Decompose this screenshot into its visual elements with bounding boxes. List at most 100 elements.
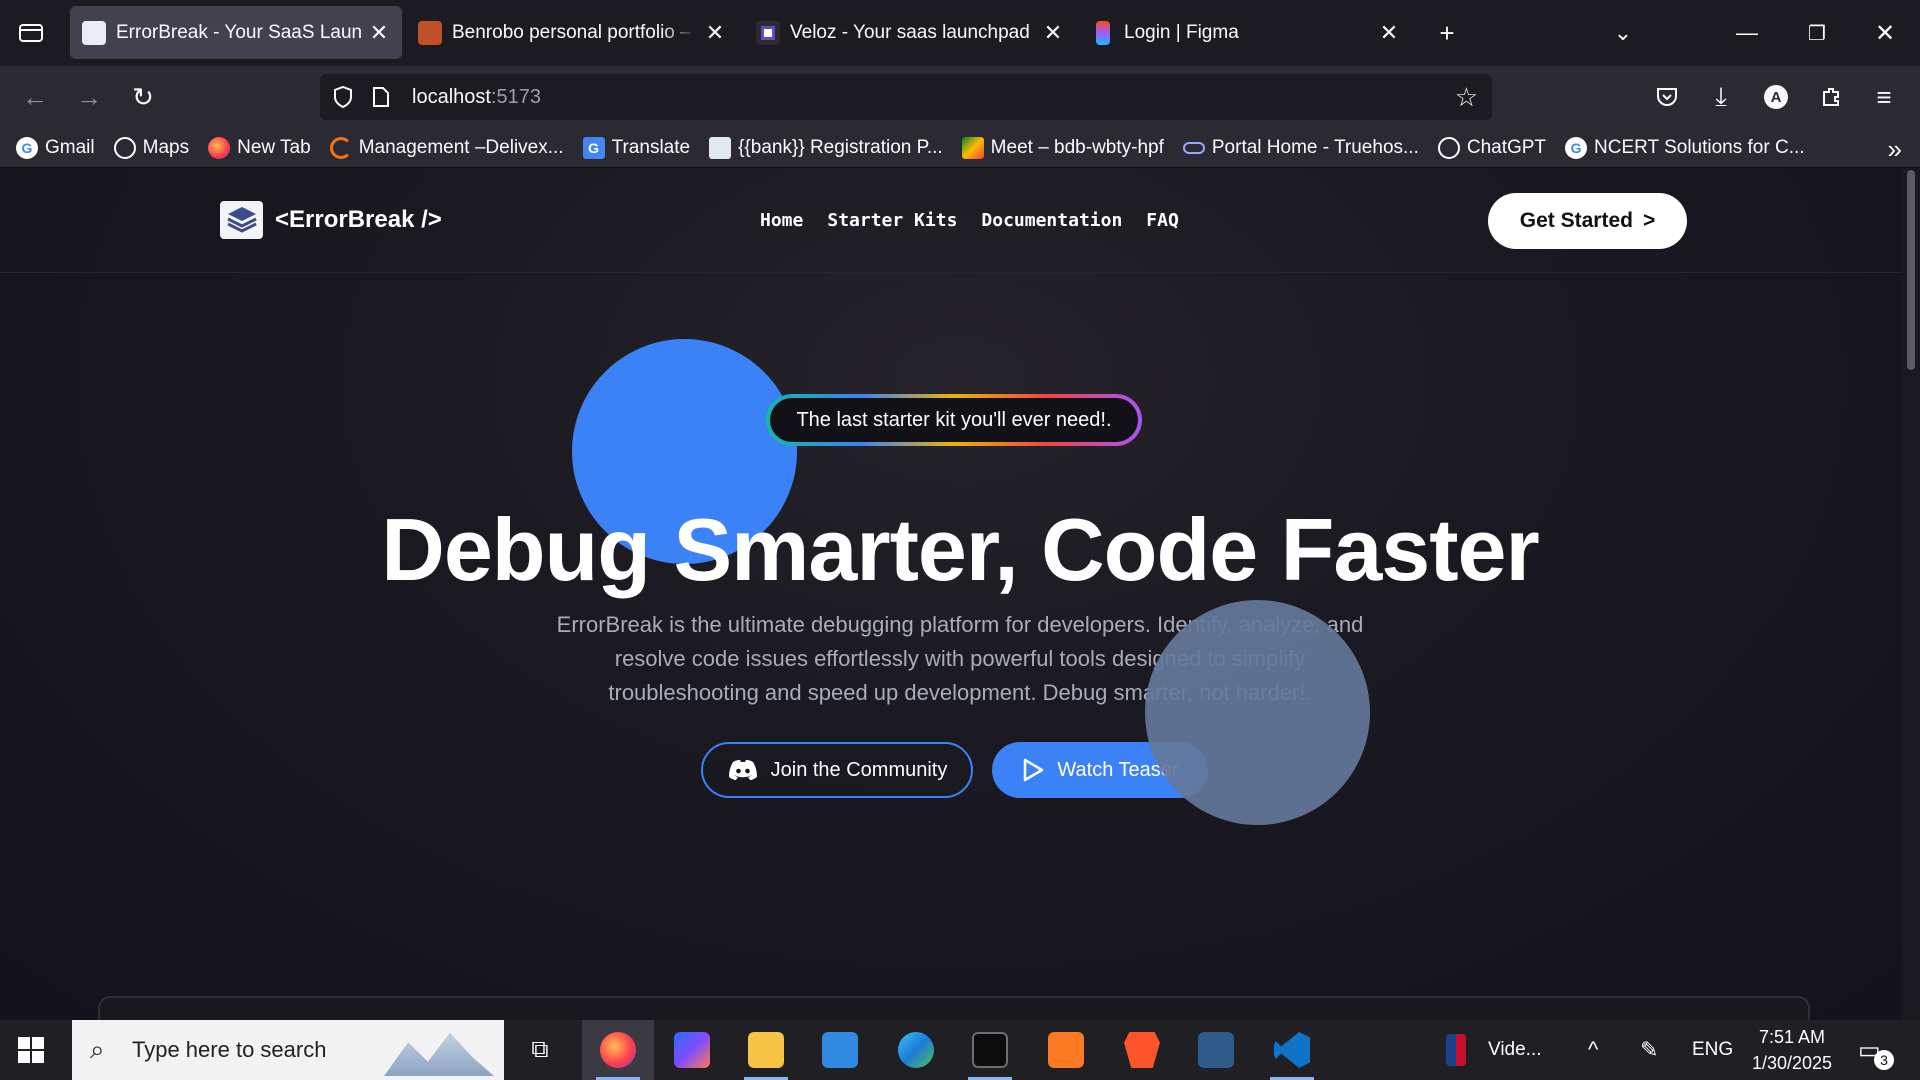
pen-icon: ✎	[1640, 1037, 1659, 1062]
shield-icon[interactable]	[332, 85, 354, 109]
forward-button[interactable]: →	[70, 78, 108, 116]
taskbar-file-explorer[interactable]	[730, 1020, 802, 1080]
bookmark-maps[interactable]: Maps	[113, 136, 189, 159]
taskbar-mysql[interactable]	[1180, 1020, 1252, 1080]
puzzle-icon	[1823, 88, 1839, 106]
brave-icon	[1124, 1032, 1160, 1068]
bookmark-new-tab[interactable]: New Tab	[208, 136, 311, 159]
site-logo[interactable]: <ErrorBreak />	[220, 201, 442, 239]
firefox-icon	[600, 1032, 636, 1068]
nav-faq[interactable]: FAQ	[1146, 210, 1179, 231]
bookmark-truehost[interactable]: Portal Home - Truehos...	[1182, 136, 1419, 159]
discord-icon	[728, 760, 757, 780]
tab-benrobo[interactable]: Benrobo personal portfolio – Benrobo ✕	[406, 6, 738, 59]
mail-icon	[822, 1032, 858, 1068]
task-view-button[interactable]: ⧉	[504, 1020, 576, 1080]
bookmark-star-icon[interactable]: ☆	[1455, 82, 1478, 113]
close-tab-icon[interactable]: ✕	[1042, 20, 1064, 46]
close-tab-icon[interactable]: ✕	[368, 20, 390, 46]
search-placeholder: Type here to search	[132, 1037, 327, 1062]
close-tab-icon[interactable]: ✕	[1378, 20, 1400, 46]
download-icon: ⤓	[1715, 81, 1727, 111]
join-community-label: Join the Community	[770, 758, 948, 781]
tab-list-button[interactable]	[0, 0, 62, 66]
tray-media[interactable]: Vide...	[1446, 1020, 1542, 1080]
google-icon: G	[16, 136, 38, 159]
pocket-button[interactable]	[1648, 78, 1686, 116]
nav-home[interactable]: Home	[760, 210, 803, 231]
taskbar-mail[interactable]	[804, 1020, 876, 1080]
tab-title: Veloz - Your saas launchpad	[790, 21, 1030, 43]
taskbar-xampp[interactable]	[1030, 1020, 1102, 1080]
tab-overflow-button[interactable]: ⌄	[1604, 14, 1642, 52]
xampp-icon	[1048, 1032, 1084, 1068]
url-bar[interactable]: localhost:5173 ☆	[320, 74, 1492, 120]
restore-button[interactable]: ❐	[1798, 14, 1836, 52]
reload-button[interactable]: ↻	[124, 78, 162, 116]
tray-overflow-button[interactable]: ^	[1588, 1020, 1598, 1080]
chatgpt-icon	[1437, 136, 1460, 159]
minimize-button[interactable]: —	[1728, 14, 1766, 52]
close-window-button[interactable]: ✕	[1866, 14, 1904, 52]
taskbar-vscode[interactable]	[1256, 1020, 1328, 1080]
bookmark-meet[interactable]: Meet – bdb-wbty-hpf	[961, 136, 1164, 159]
url-host: localhost	[412, 85, 491, 108]
page-icon[interactable]	[372, 86, 390, 108]
bookmark-label: {{bank}} Registration P...	[738, 136, 943, 158]
page-scrollbar[interactable]	[1902, 168, 1920, 1020]
nav-documentation[interactable]: Documentation	[981, 210, 1122, 231]
taskbar-copilot[interactable]	[656, 1020, 728, 1080]
notification-center-button[interactable]: ▭ 3	[1858, 1020, 1894, 1080]
clock-time: 7:51 AM	[1758, 1027, 1826, 1047]
menu-button[interactable]: ≡	[1865, 78, 1903, 116]
new-tab-button[interactable]: +	[1428, 14, 1466, 52]
taskbar-firefox[interactable]	[582, 1020, 654, 1080]
nav-starter-kits[interactable]: Starter Kits	[827, 210, 957, 231]
bookmark-bank[interactable]: {{bank}} Registration P...	[709, 136, 943, 159]
web-page: <ErrorBreak /> Home Starter Kits Documen…	[0, 168, 1920, 1020]
taskbar-edge[interactable]	[880, 1020, 952, 1080]
search-highlight-icon	[384, 1032, 494, 1076]
terminal-icon	[972, 1032, 1008, 1068]
bookmark-translate[interactable]: G Translate	[582, 136, 691, 159]
join-community-button[interactable]: Join the Community	[701, 742, 973, 798]
get-started-button[interactable]: Get Started >	[1488, 193, 1687, 249]
site-nav: Home Starter Kits Documentation FAQ	[760, 210, 1203, 231]
bookmarks-overflow-icon[interactable]: »	[1888, 134, 1902, 165]
bookmark-ncert[interactable]: G NCERT Solutions for C...	[1565, 136, 1805, 159]
restore-icon: ❐	[1808, 22, 1826, 45]
bookmark-label: Portal Home - Truehos...	[1211, 136, 1419, 158]
account-button[interactable]: A	[1757, 78, 1795, 116]
close-tab-icon[interactable]: ✕	[704, 20, 726, 46]
tray-pen[interactable]: ✎	[1640, 1020, 1658, 1080]
tab-errorbreak[interactable]: ErrorBreak - Your SaaS Launchpad ✕	[70, 6, 402, 59]
task-view-icon: ⧉	[531, 1036, 549, 1063]
taskbar-brave[interactable]	[1106, 1020, 1178, 1080]
back-button[interactable]: ←	[16, 78, 54, 116]
taskbar-terminal[interactable]	[954, 1020, 1026, 1080]
arrow-left-icon: ←	[22, 81, 48, 112]
url-text: localhost:5173	[412, 86, 541, 109]
reload-icon: ↻	[132, 81, 154, 112]
management-icon	[329, 136, 352, 159]
taskbar-clock[interactable]: 7:51 AM 1/30/2025	[1746, 1024, 1838, 1076]
bookmark-label: Gmail	[45, 136, 95, 158]
tab-figma[interactable]: Login | Figma ✕	[1080, 6, 1412, 59]
scrollbar-thumb[interactable]	[1907, 170, 1915, 370]
bookmark-chatgpt[interactable]: ChatGPT	[1437, 136, 1546, 159]
bookmark-label: Translate	[611, 136, 691, 158]
extensions-button[interactable]	[1812, 78, 1850, 116]
taskbar-search-box[interactable]: ⌕ Type here to search	[72, 1020, 504, 1080]
browser-nav-bar: ← → ↻ localhost:5173 ☆ ⤓ A ≡	[0, 66, 1920, 128]
plus-icon: +	[1439, 17, 1455, 48]
bookmark-gmail[interactable]: G Gmail	[16, 136, 95, 159]
bookmark-management[interactable]: Management –Delivex...	[329, 136, 564, 159]
mysql-workbench-icon	[1198, 1032, 1234, 1068]
tab-title: Login | Figma	[1124, 21, 1239, 43]
tray-language[interactable]: ENG	[1692, 1020, 1733, 1080]
tab-veloz[interactable]: Veloz - Your saas launchpad ✕	[744, 6, 1076, 59]
downloads-button[interactable]: ⤓	[1702, 78, 1740, 116]
hamburger-icon: ≡	[1876, 81, 1892, 112]
notification-count-badge: 3	[1874, 1050, 1894, 1070]
windows-start-icon[interactable]	[16, 1035, 46, 1065]
